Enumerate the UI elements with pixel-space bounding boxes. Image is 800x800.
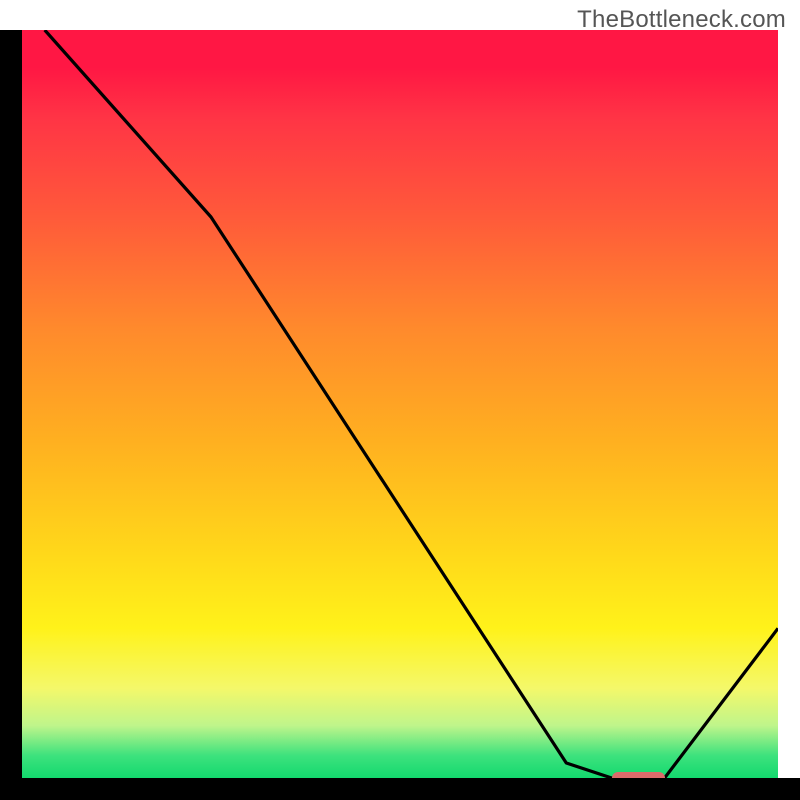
curve-path (45, 30, 778, 778)
bottleneck-curve (22, 30, 778, 778)
plot-area (22, 30, 778, 778)
watermark-text: TheBottleneck.com (577, 6, 786, 34)
frame-left (0, 30, 22, 800)
chart-canvas: TheBottleneck.com (0, 0, 800, 800)
frame-bottom (0, 778, 800, 800)
